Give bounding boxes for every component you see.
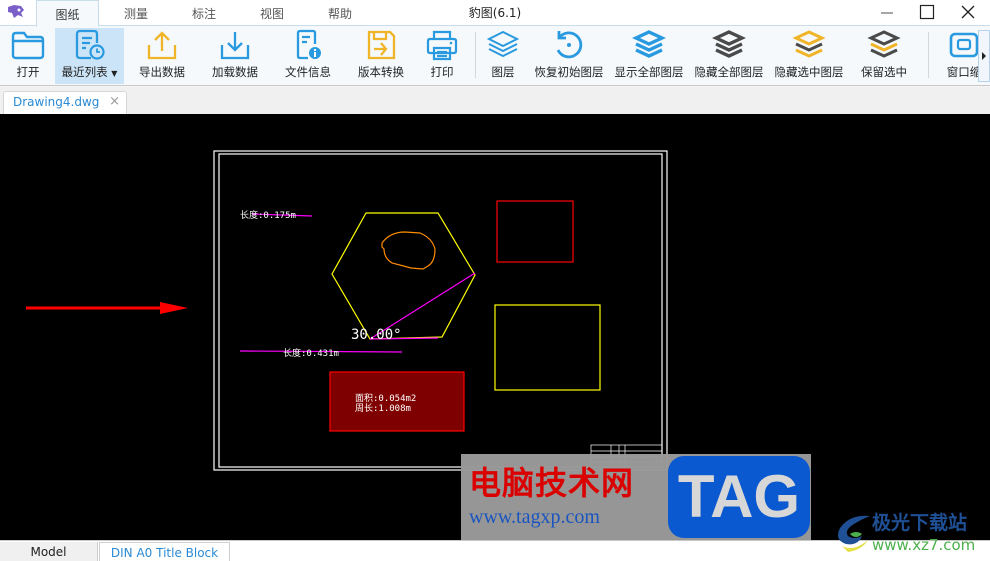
recent-list-icon	[75, 29, 105, 60]
angle-label: 30.00°	[351, 327, 402, 343]
recent-list-label: 最近列表	[61, 65, 108, 79]
tab-label: 视图	[259, 7, 284, 21]
watermark-xz7: 极光下载站 www.xz7.com	[832, 506, 990, 558]
tab-drawing[interactable]: 图纸	[36, 0, 99, 27]
keep-selected-label: 保留选中	[861, 65, 907, 79]
layout-tab-model[interactable]: Model	[0, 542, 98, 561]
tab-annotate[interactable]: 标注	[176, 0, 232, 26]
document-tab-label: Drawing4.dwg	[13, 95, 100, 109]
layers-label: 图层	[491, 65, 515, 79]
maximize-button[interactable]	[907, 0, 947, 24]
restore-layers-button[interactable]: 恢复初始图层	[531, 28, 607, 84]
tab-label: 图纸	[55, 8, 80, 22]
export-data-label: 导出数据	[139, 65, 185, 79]
export-data-button[interactable]: 导出数据	[132, 28, 192, 84]
version-convert-icon	[367, 30, 396, 60]
watermark-tag-badge: TAG	[668, 456, 810, 538]
hide-selected-layer-label: 隐藏选中图层	[774, 65, 844, 79]
maximize-icon	[919, 4, 935, 20]
tab-view[interactable]: 视图	[244, 0, 300, 26]
panther-logo-icon	[8, 5, 24, 18]
triangle-right-icon	[982, 52, 986, 60]
print-button[interactable]: 打印	[420, 28, 464, 84]
freeform-blob-shape[interactable]	[381, 231, 436, 270]
app-window: 图纸 测量 标注 视图 帮助 豹图(6.1) 打开 最近列表 ▼ 导出数据 加载…	[0, 0, 990, 561]
show-all-layers-button[interactable]: 显示全部图层	[611, 28, 687, 84]
red-rectangle-shape[interactable]	[496, 200, 574, 263]
download-icon	[220, 32, 250, 60]
ribbon-toolbar: 打开 最近列表 ▼ 导出数据 加载数据 文件信息 版本转换 打印 图层 恢复初始…	[0, 26, 990, 86]
show-all-layers-label: 显示全部图层	[614, 65, 684, 79]
file-info-button[interactable]: 文件信息	[278, 28, 338, 84]
layers-button[interactable]: 图层	[483, 28, 523, 84]
layers-icon	[486, 30, 520, 58]
recent-list-button[interactable]: 最近列表 ▼	[55, 28, 124, 84]
hide-selected-layer-icon	[792, 30, 826, 58]
keep-selected-button[interactable]: 保留选中	[855, 28, 913, 84]
tab-measure[interactable]: 测量	[108, 0, 164, 26]
load-data-label: 加载数据	[212, 65, 258, 79]
watermark-site-url-2: www.xz7.com	[872, 536, 976, 554]
open-label: 打开	[16, 65, 40, 79]
minimize-button[interactable]	[867, 0, 907, 24]
watermark-site-name-2: 极光下载站	[872, 512, 968, 534]
hide-all-layers-button[interactable]: 隐藏全部图层	[691, 28, 767, 84]
watermark-site-name: 电脑技术网	[469, 464, 635, 502]
layout-tab-label: Model	[30, 545, 67, 559]
red-arrow-annotation	[26, 302, 188, 314]
window-zoom-label: 窗口缩	[946, 65, 982, 79]
show-all-layers-icon	[632, 30, 666, 58]
hide-selected-layer-button[interactable]: 隐藏选中图层	[771, 28, 847, 84]
version-convert-label: 版本转换	[358, 65, 404, 79]
close-icon	[961, 5, 975, 19]
load-data-button[interactable]: 加载数据	[205, 28, 265, 84]
hide-all-layers-icon	[712, 30, 746, 58]
close-tab-icon[interactable]: ×	[109, 94, 120, 109]
window-zoom-icon	[949, 32, 979, 58]
print-label: 打印	[430, 65, 454, 79]
length-label-2: 长度:0.431m	[283, 347, 339, 359]
document-tab-drawing4[interactable]: Drawing4.dwg ×	[3, 91, 127, 114]
swirl-logo-icon	[838, 515, 870, 552]
tab-label: 标注	[191, 7, 216, 21]
file-info-icon	[296, 29, 321, 60]
tab-label: 帮助	[327, 7, 352, 21]
open-button[interactable]: 打开	[4, 28, 52, 84]
area-label: 面积:0.054m2	[355, 392, 416, 404]
ribbon-separator	[928, 32, 929, 78]
watermark-site-url: www.tagxp.com	[469, 506, 600, 528]
length-label-1: 长度:0.175m	[240, 209, 296, 221]
export-icon	[147, 31, 177, 60]
tab-help[interactable]: 帮助	[312, 0, 368, 26]
dropdown-arrow-icon[interactable]: ▼	[111, 69, 117, 78]
keep-selected-icon	[867, 30, 901, 58]
hide-all-layers-label: 隐藏全部图层	[694, 65, 764, 79]
printer-icon	[426, 30, 458, 61]
ribbon-separator	[475, 32, 476, 78]
version-convert-button[interactable]: 版本转换	[351, 28, 411, 84]
perimeter-label: 周长:1.008m	[355, 402, 411, 414]
yellow-rectangle-shape[interactable]	[494, 304, 601, 391]
ribbon-scroll-right-button[interactable]	[978, 30, 990, 82]
file-info-label: 文件信息	[285, 65, 331, 79]
watermark-tagxp: 电脑技术网 www.tagxp.com TAG	[461, 454, 811, 540]
layout-tab-label: DIN A0 Title Block	[110, 546, 219, 560]
folder-icon	[11, 31, 45, 60]
document-tab-bar: Drawing4.dwg ×	[0, 87, 990, 114]
minimize-icon	[881, 12, 893, 14]
drawing-canvas[interactable]: 长度:0.175m 30.00° 长度:0.431m 面积:0.054m2 周长…	[0, 114, 990, 540]
layout-tab-din-a0[interactable]: DIN A0 Title Block	[99, 542, 230, 561]
tab-label: 测量	[123, 7, 148, 21]
close-button[interactable]	[948, 0, 988, 24]
restore-layers-label: 恢复初始图层	[534, 65, 604, 79]
restore-layers-icon	[556, 31, 583, 59]
title-bar: 图纸 测量 标注 视图 帮助 豹图(6.1)	[0, 0, 990, 27]
